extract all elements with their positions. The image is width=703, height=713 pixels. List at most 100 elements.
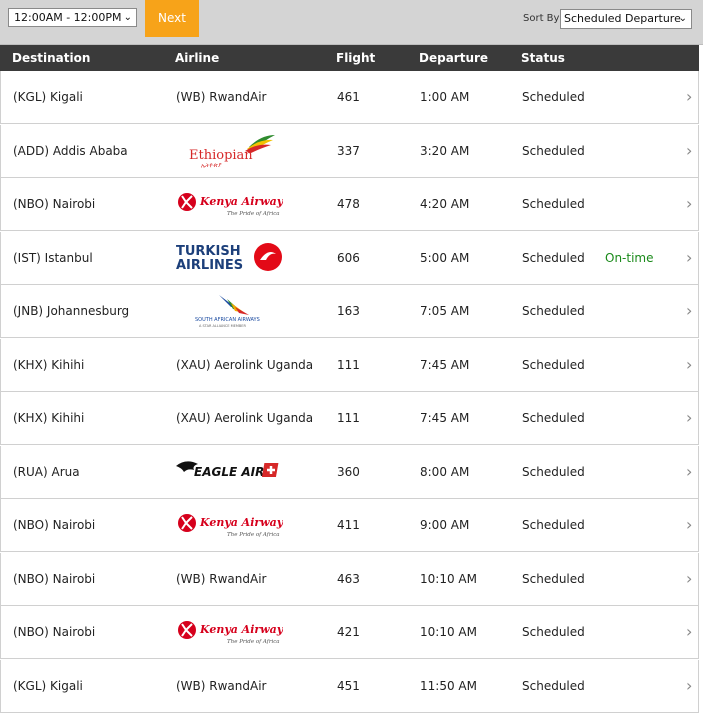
destination-cell: (IST) Istanbul	[13, 250, 93, 265]
status-cell: Scheduled	[522, 411, 585, 425]
kenya-airways-logo: Kenya Airways The Pride of Africa	[178, 514, 283, 538]
table-row[interactable]: (KGL) Kigali (WB) RwandAir 461 1:00 AM Sched…	[0, 71, 699, 124]
departure-time-cell: 5:00 AM	[420, 250, 470, 265]
departure-time-cell: 9:00 AM	[420, 518, 470, 532]
status-cell: Scheduled	[522, 143, 585, 158]
kenya-airways-logo: Kenya Airways The Pride of Africa	[178, 193, 283, 217]
flight-number-cell: 451	[337, 678, 360, 693]
airline-cell: (XAU) Aerolink Uganda	[176, 357, 314, 372]
flight-number-cell: 478	[337, 197, 360, 211]
table-row[interactable]: (NBO) Nairobi Kenya Airways The Pride of…	[0, 606, 699, 659]
ethiopian-airlines-logo: Ethiopian ኢትዮጵያ	[189, 134, 275, 169]
chevron-right-icon[interactable]: ›	[686, 660, 692, 712]
kenya-logo-text: Kenya Airways	[199, 516, 283, 529]
flight-number-cell: 421	[337, 625, 360, 639]
chevron-down-icon: ⌄	[123, 12, 132, 23]
chevron-right-icon[interactable]: ›	[686, 606, 692, 658]
sort-by-label: Sort By	[523, 13, 560, 24]
time-range-value: 12:00AM - 12:00PM	[14, 11, 122, 24]
destination-cell: (ADD) Addis Ababa	[13, 143, 128, 158]
destination-cell: (NBO) Nairobi	[13, 518, 96, 532]
table-row[interactable]: (NBO) Nairobi Kenya Airways The Pride of…	[0, 178, 699, 231]
status-cell: Scheduled	[522, 464, 585, 479]
status-cell: Scheduled	[522, 357, 585, 372]
chevron-down-icon: ⌄	[678, 13, 687, 24]
kenya-logo-tagline: The Pride of Africa	[227, 639, 280, 645]
chevron-right-icon[interactable]: ›	[686, 499, 692, 551]
table-row[interactable]: (NBO) Nairobi (WB) RwandAir 463 10:10 AM Sch…	[0, 552, 699, 606]
destination-cell: (RUA) Arua	[13, 464, 80, 479]
kenya-logo-tagline: The Pride of Africa	[227, 211, 280, 217]
flight-number-cell: 461	[337, 90, 360, 104]
column-destination: Destination	[12, 51, 91, 65]
destination-cell: (KHX) Kihihi	[13, 357, 85, 372]
status-cell: Scheduled	[522, 571, 585, 586]
column-status: Status	[521, 51, 565, 65]
airline-cell: (WB) RwandAir	[176, 571, 267, 586]
departure-time-cell: 11:50 AM	[420, 678, 477, 693]
time-range-select[interactable]: 12:00AM - 12:00PM ⌄	[8, 8, 137, 27]
table-row[interactable]: (IST) Istanbul TURKISH AIRLINES 606 5:00 …	[0, 231, 699, 285]
airline-cell: (WB) RwandAir	[176, 678, 267, 693]
destination-cell: (KGL) Kigali	[13, 90, 83, 104]
column-flight: Flight	[336, 51, 376, 65]
ethiopian-logo-text: Ethiopian	[189, 148, 253, 163]
chevron-right-icon[interactable]: ›	[686, 125, 692, 177]
destination-cell: (NBO) Nairobi	[13, 571, 96, 586]
destination-cell: (JNB) Johannesburg	[13, 304, 130, 318]
flight-number-cell: 360	[337, 464, 360, 479]
flight-number-cell: 111	[337, 357, 360, 372]
turkish-logo-text-2: AIRLINES	[176, 258, 243, 273]
flight-number-cell: 606	[337, 250, 360, 265]
status-cell: Scheduled	[522, 90, 585, 104]
sort-by-select[interactable]: Scheduled Departure ⌄	[560, 9, 692, 29]
column-airline: Airline	[175, 51, 220, 65]
table-row[interactable]: (KHX) Kihihi (XAU) Aerolink Uganda 111 7:45…	[0, 392, 699, 445]
status-cell: Scheduled	[522, 250, 585, 265]
saa-logo-tagline: A STAR ALLIANCE MEMBER	[199, 324, 247, 328]
destination-cell: (KGL) Kigali	[13, 678, 83, 693]
column-departure: Departure	[419, 51, 489, 65]
departure-time-cell: 4:20 AM	[420, 197, 470, 211]
flight-number-cell: 163	[337, 304, 360, 318]
status-cell: Scheduled	[522, 197, 585, 211]
departure-time-cell: 7:45 AM	[420, 411, 470, 425]
chevron-right-icon[interactable]: ›	[686, 232, 692, 284]
departure-time-cell: 7:45 AM	[420, 357, 470, 372]
next-button[interactable]: Next	[145, 0, 199, 37]
kenya-logo-tagline: The Pride of Africa	[227, 532, 280, 538]
on-time-badge: On-time	[605, 250, 654, 265]
turkish-airlines-logo: TURKISH AIRLINES	[176, 242, 282, 273]
table-row[interactable]: (KGL) Kigali (WB) RwandAir 451 11:50 AM Sche…	[0, 659, 699, 713]
chevron-right-icon[interactable]: ›	[686, 553, 692, 605]
saa-logo-text: SOUTH AFRICAN AIRWAYS	[195, 317, 260, 323]
chevron-right-icon[interactable]: ›	[686, 285, 692, 337]
status-cell: Scheduled	[522, 304, 585, 318]
status-cell: Scheduled	[522, 678, 585, 693]
kenya-logo-text: Kenya Airways	[199, 623, 283, 636]
table-row[interactable]: (KHX) Kihihi (XAU) Aerolink Uganda 111 7:45…	[0, 338, 699, 392]
table-row[interactable]: (JNB) Johannesburg SOUTH AFRICAN AIRWAYS…	[0, 285, 699, 338]
airline-cell: (XAU) Aerolink Uganda	[176, 411, 314, 425]
departure-time-cell: 1:00 AM	[420, 90, 470, 104]
flight-number-cell: 463	[337, 571, 360, 586]
departure-time-cell: 7:05 AM	[420, 304, 470, 318]
departure-time-cell: 10:10 AM	[420, 571, 477, 586]
south-african-airways-logo: SOUTH AFRICAN AIRWAYS A STAR ALLIANCE ME…	[195, 295, 260, 328]
table-row[interactable]: (NBO) Nairobi Kenya Airways The Pride of…	[0, 499, 699, 552]
svg-text:ኢትዮጵያ: ኢትዮጵያ	[201, 162, 222, 169]
filter-bar: 12:00AM - 12:00PM ⌄ Next Sort By Schedul…	[0, 0, 703, 45]
table-row[interactable]: (ADD) Addis Ababa Ethiopian ኢትዮጵያ 337 3:2…	[0, 124, 699, 178]
chevron-right-icon[interactable]: ›	[686, 392, 692, 444]
chevron-right-icon[interactable]: ›	[686, 446, 692, 498]
chevron-right-icon[interactable]: ›	[686, 339, 692, 391]
chevron-right-icon[interactable]: ›	[686, 178, 692, 230]
chevron-right-icon[interactable]: ›	[686, 71, 692, 123]
table-header: Destination Airline Flight Departure Sta…	[0, 45, 699, 71]
kenya-logo-text: Kenya Airways	[199, 195, 283, 208]
eagle-logo-text: EAGLE AIR	[194, 465, 264, 479]
status-cell: Scheduled	[522, 625, 585, 639]
departure-time-cell: 10:10 AM	[420, 625, 477, 639]
airline-cell: (WB) RwandAir	[176, 90, 267, 104]
table-row[interactable]: (RUA) Arua EAGLE AIR 360 8:00 AM Scheduled…	[0, 445, 699, 499]
